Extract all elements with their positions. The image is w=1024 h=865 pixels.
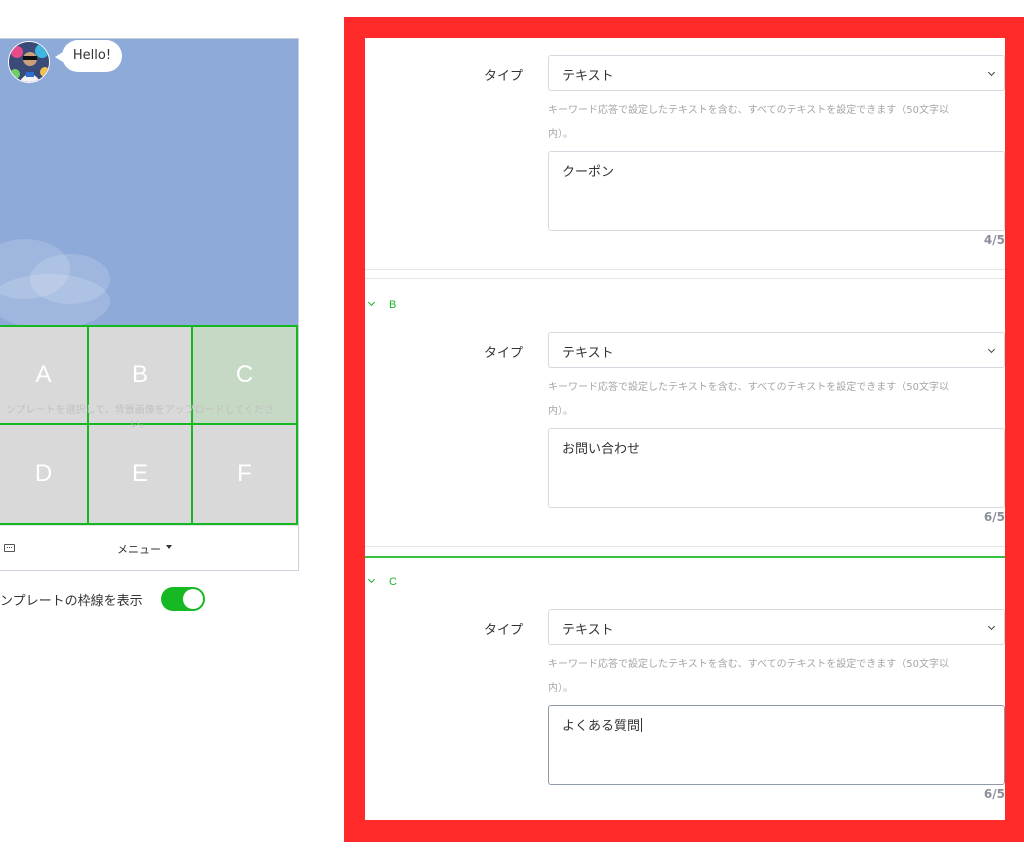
type-label: タイプ <box>484 69 524 84</box>
grid-cell-label: E <box>131 460 148 487</box>
menu-toggle-label[interactable]: メニュー <box>117 541 161 557</box>
type-select-value: テキスト <box>562 346 614 361</box>
richmenu-preview: Hello! A B C D E F ンプレートを選択して、背景画像をアップロー… <box>0 38 299 571</box>
divider <box>365 278 1005 279</box>
grid-cell-label: B <box>131 361 148 388</box>
grid-cell-d[interactable]: D <box>0 423 89 525</box>
char-count: 4/5 <box>983 233 1005 247</box>
type-label: タイプ <box>484 346 524 361</box>
grid-cell-label: C <box>235 361 254 388</box>
help-text-line: キーワード応答で設定したテキストを含む、すべてのテキストを設定できます（50文字… <box>548 382 950 393</box>
help-text: キーワード応答で設定したテキストを含む、すべてのテキストを設定できます（50文字… <box>548 99 1005 147</box>
active-divider <box>365 556 1005 558</box>
section-label-c[interactable]: C <box>389 576 397 588</box>
type-select-b[interactable]: テキスト <box>548 332 1005 368</box>
divider <box>365 546 1005 547</box>
chevron-down-icon <box>987 345 996 354</box>
type-select-c[interactable]: テキスト <box>548 609 1005 645</box>
text-input-value: お問い合わせ <box>562 442 641 457</box>
help-text-line: 内）。 <box>548 683 573 694</box>
type-label: タイプ <box>484 623 524 638</box>
help-text-line: 内）。 <box>548 129 573 140</box>
text-caret <box>641 718 643 732</box>
toggle-knob <box>183 589 203 609</box>
text-input-b[interactable]: お問い合わせ <box>548 428 1005 508</box>
action-settings-panel: タイプ テキスト キーワード応答で設定したテキストを含む、すべてのテキストを設定… <box>365 38 1005 820</box>
section-label-b[interactable]: B <box>389 299 396 311</box>
char-count: 6/5 <box>983 787 1005 801</box>
grid-cell-label: F <box>237 460 252 487</box>
help-text-line: 内）。 <box>548 406 573 417</box>
chat-footer: メニュー <box>0 525 298 570</box>
chat-bubble-text: Hello! <box>72 48 112 63</box>
text-input-c[interactable]: よくある質問 <box>548 705 1005 785</box>
chevron-down-icon <box>987 622 996 631</box>
text-input-value: クーポン <box>562 165 615 180</box>
keyboard-icon[interactable] <box>4 544 15 552</box>
chevron-down-icon[interactable] <box>367 575 376 584</box>
grid-cell-f[interactable]: F <box>191 423 298 525</box>
grid-cell-label: A <box>35 361 52 388</box>
chevron-down-icon[interactable] <box>367 298 376 307</box>
divider <box>365 269 1005 270</box>
help-text: キーワード応答で設定したテキストを含む、すべてのテキストを設定できます（50文字… <box>548 376 1005 424</box>
text-input-value: よくある質問 <box>562 715 643 734</box>
bot-avatar <box>8 41 50 83</box>
caret-down-icon <box>166 545 172 549</box>
text-input-value-text: よくある質問 <box>562 719 641 734</box>
show-frame-label: ンプレートの枠線を表示 <box>0 594 143 609</box>
grid-hint: ンプレートを選択して、背景画像をアップロードしてくださ い。 <box>0 404 298 432</box>
show-frame-toggle[interactable] <box>161 587 205 611</box>
chevron-down-icon <box>987 68 996 77</box>
richmenu-grid: A B C D E F ンプレートを選択して、背景画像をアップロードしてくださ … <box>0 325 298 525</box>
type-select-a[interactable]: テキスト <box>548 55 1005 91</box>
type-select-value: テキスト <box>562 69 614 84</box>
grid-cell-e[interactable]: E <box>87 423 193 525</box>
char-count: 6/5 <box>983 510 1005 524</box>
help-text: キーワード応答で設定したテキストを含む、すべてのテキストを設定できます（50文字… <box>548 653 1005 701</box>
grid-cell-label: D <box>34 460 53 487</box>
grid-hint-line: い。 <box>130 419 150 430</box>
chat-bubble: Hello! <box>55 40 122 72</box>
chat-background: Hello! <box>0 39 298 325</box>
type-select-value: テキスト <box>562 623 614 638</box>
help-text-line: キーワード応答で設定したテキストを含む、すべてのテキストを設定できます（50文字… <box>548 105 950 116</box>
grid-hint-line: ンプレートを選択して、背景画像をアップロードしてくださ <box>5 405 275 416</box>
help-text-line: キーワード応答で設定したテキストを含む、すべてのテキストを設定できます（50文字… <box>548 659 950 670</box>
text-input-a[interactable]: クーポン <box>548 151 1005 231</box>
